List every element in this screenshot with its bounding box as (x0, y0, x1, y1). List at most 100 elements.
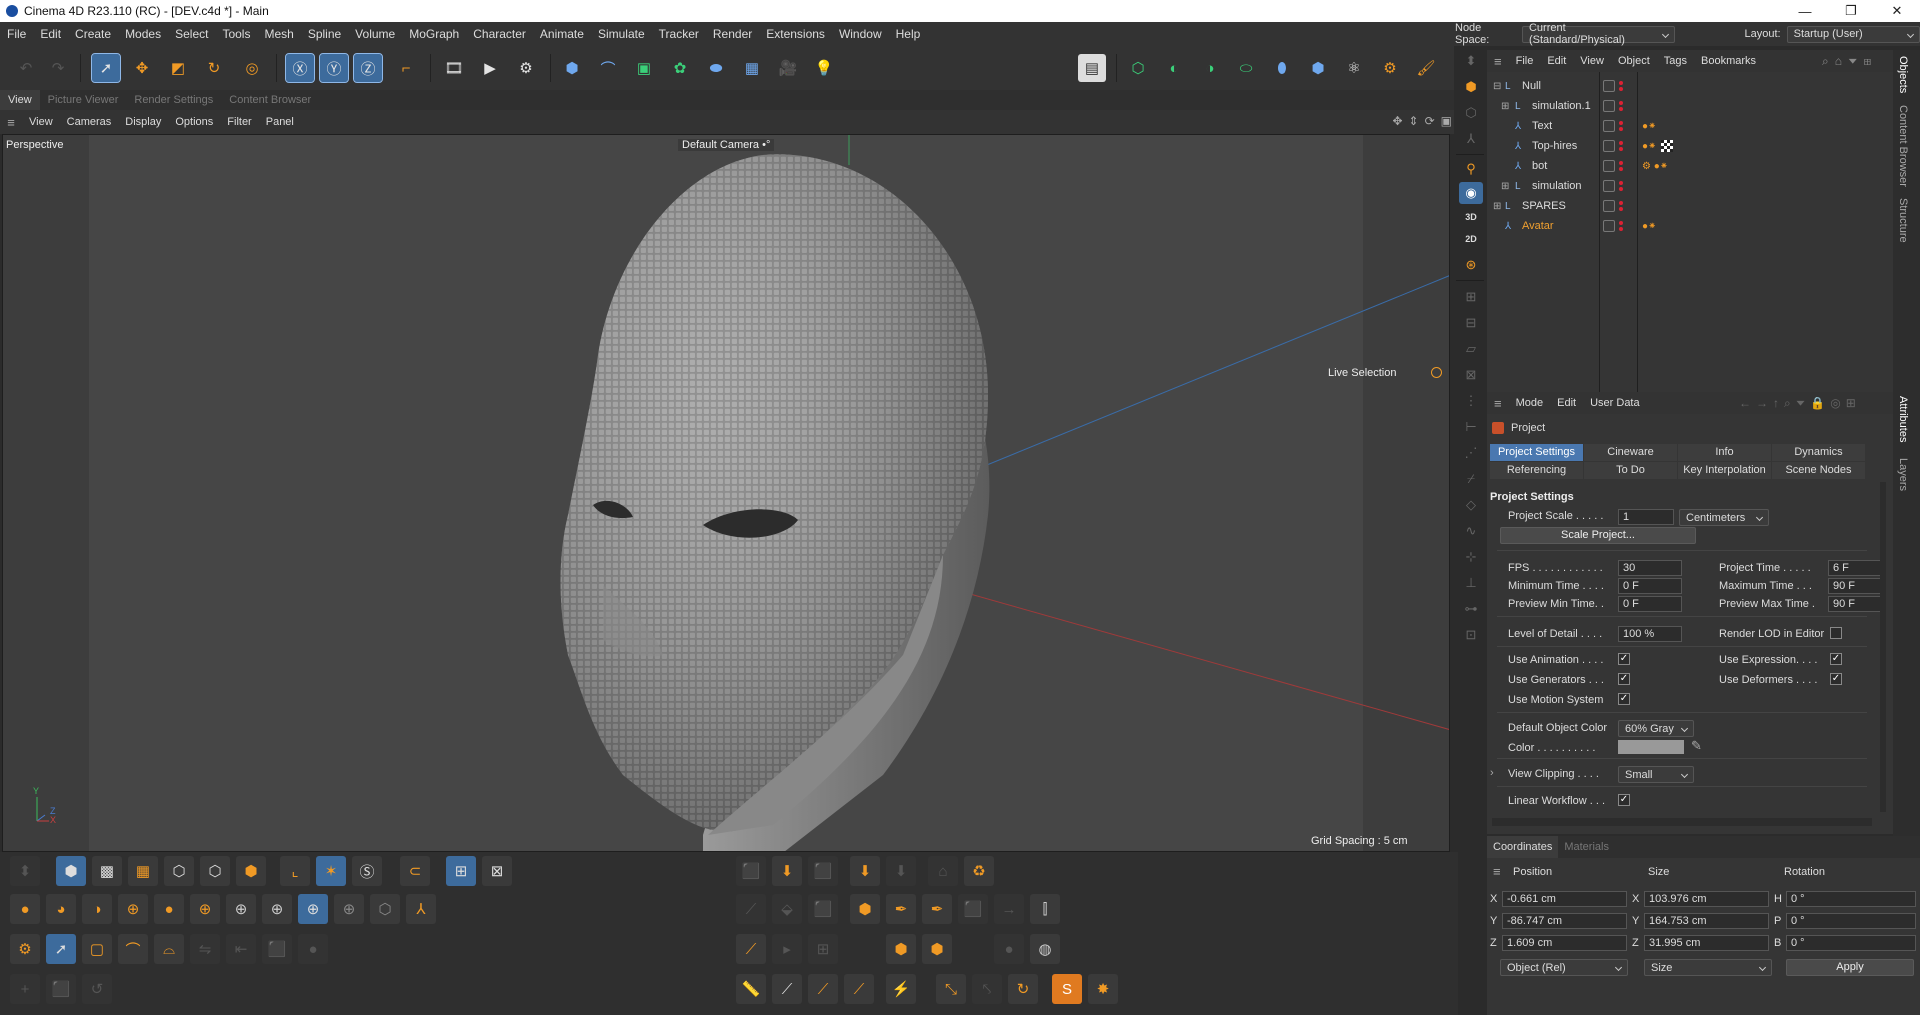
color-swatch[interactable] (1618, 740, 1684, 754)
tab-coordinates[interactable]: Coordinates (1487, 836, 1559, 858)
visibility-toggle-icon[interactable] (1603, 120, 1615, 132)
om-menu-edit[interactable]: Edit (1540, 55, 1573, 67)
tab-dynamics[interactable]: Dynamics (1772, 444, 1865, 461)
menu-mograph[interactable]: MoGraph (402, 27, 466, 41)
gear-icon[interactable]: ⚙ (1376, 54, 1404, 82)
scale-tool-icon[interactable]: ◩ (164, 54, 192, 82)
line-icon[interactable]: ⟋ (772, 974, 802, 1004)
expand-toggle-icon[interactable]: ⊟ (1493, 81, 1501, 92)
expand-toggle-icon[interactable]: ⊞ (1501, 181, 1509, 192)
axis-icon[interactable]: ⌞ (280, 856, 310, 886)
vertical-scrollbar[interactable] (1880, 482, 1886, 812)
default-object-color-dropdown[interactable]: 60% Gray (1618, 720, 1694, 737)
floor-icon[interactable]: ▦ (738, 54, 766, 82)
sphere-grid-icon[interactable]: ⊕ (118, 894, 148, 924)
camera-tool-icon[interactable]: ⬍ (10, 856, 40, 886)
use-animation-checkbox[interactable]: ✓ (1618, 653, 1630, 665)
texture-mode-icon[interactable]: ▩ (92, 856, 122, 886)
visibility-toggle-icon[interactable] (1603, 160, 1615, 172)
red-line-icon[interactable]: ⟋ (844, 974, 874, 1004)
render-lod-checkbox[interactable] (1830, 627, 1842, 639)
play-step-icon[interactable]: ▸ (772, 934, 802, 964)
solid-sphere-icon[interactable]: ● (154, 894, 184, 924)
enable-axis-icon[interactable]: ⚲ (1459, 158, 1483, 180)
object-row-simulation-1[interactable]: ⊞ L simulation.1 (1487, 96, 1893, 116)
planar-icon[interactable]: ▱ (1459, 338, 1483, 360)
center-icon[interactable]: ⬛ (808, 856, 838, 886)
visibility-toggle-icon[interactable] (1603, 140, 1615, 152)
tag-icon[interactable]: ⚙ ●⁕ (1642, 161, 1668, 172)
tab-picture-viewer[interactable]: Picture Viewer (40, 94, 127, 106)
ruler-icon[interactable]: ⊞ (808, 934, 838, 964)
use-generators-checkbox[interactable]: ✓ (1618, 673, 1630, 685)
apply-button[interactable]: Apply (1786, 959, 1914, 976)
size-mode-dropdown[interactable]: Size (1644, 959, 1772, 976)
uv-mode-icon[interactable]: ▦ (128, 856, 158, 886)
wire-sphere-icon[interactable]: ⊕ (334, 894, 364, 924)
xyz-icon[interactable]: ⤡ (936, 974, 966, 1004)
mesh-deform-alt-icon[interactable]: ⬢ (922, 934, 952, 964)
pen-brush-icon[interactable]: ✒ (886, 894, 916, 924)
snap-3d-icon[interactable]: 3D (1459, 206, 1483, 228)
points-mode-icon[interactable]: ⬡ (164, 856, 194, 886)
tab-materials[interactable]: Materials (1558, 841, 1615, 853)
menu-tools[interactable]: Tools (215, 27, 257, 41)
am-menu-user-data[interactable]: User Data (1583, 397, 1647, 409)
extrude-icon[interactable]: ⬛ (736, 856, 766, 886)
visibility-toggle-icon[interactable] (1603, 180, 1615, 192)
om-menu-view[interactable]: View (1573, 55, 1611, 67)
side-tab-objects[interactable]: Objects (1897, 56, 1909, 93)
use-motion-system-checkbox[interactable]: ✓ (1618, 693, 1630, 705)
object-row-spares[interactable]: ⊞ L SPARES (1487, 196, 1893, 216)
sphere-check-icon[interactable]: ◍ (1030, 934, 1060, 964)
coordinate-mode-dropdown[interactable]: Object (Rel) (1500, 959, 1628, 976)
material-tag-icon[interactable] (1661, 140, 1673, 152)
use-expression-checkbox[interactable]: ✓ (1830, 653, 1842, 665)
locked-workplane-icon[interactable]: ⊟ (1459, 312, 1483, 334)
snap-polygons-icon[interactable]: ◇ (1459, 494, 1483, 516)
settings-gear-icon[interactable]: ⚙ (10, 934, 40, 964)
sculpt-icon[interactable]: ⚡ (886, 974, 916, 1004)
magnet-icon[interactable]: ⊂ (400, 856, 430, 886)
z-axis-lock-icon[interactable]: Ⓩ (353, 53, 383, 83)
psr-icon[interactable]: ⤣ (972, 974, 1002, 1004)
project-scale-unit-dropdown[interactable]: Centimeters (1679, 509, 1769, 526)
weld-icon[interactable]: ⬛ (262, 934, 292, 964)
explode-icon[interactable]: ✸ (1088, 974, 1118, 1004)
tag-icon[interactable]: ●⁕ (1642, 121, 1656, 132)
circle-tool-icon[interactable]: ● (994, 934, 1024, 964)
render-view-icon[interactable]: 🎞 (440, 54, 468, 82)
snap-spline-icon[interactable]: ∿ (1459, 520, 1483, 542)
position-z-input[interactable]: 1.609 cm (1502, 935, 1627, 951)
menu-mesh[interactable]: Mesh (257, 27, 300, 41)
snap-2d-icon[interactable]: 2D (1459, 228, 1483, 250)
psr-reset-icon[interactable]: ↻ (1008, 974, 1038, 1004)
ruler-scale-icon[interactable]: 📏 (736, 974, 766, 1004)
expand-toggle-icon[interactable]: ⊞ (1493, 201, 1501, 212)
stack-icon[interactable]: ⬛ (46, 974, 76, 1004)
quantize-icon[interactable]: ⋮ (1459, 390, 1483, 412)
hamburger-icon[interactable]: ≡ (1487, 54, 1509, 69)
menu-tracker[interactable]: Tracker (652, 27, 706, 41)
maximize-button[interactable]: ❐ (1828, 0, 1874, 22)
polygon-select-icon[interactable]: ⌓ (154, 934, 184, 964)
coordinate-system-icon[interactable]: ⌐ (392, 54, 420, 82)
model-mode-icon[interactable]: ⬢ (56, 856, 86, 886)
bend-deformer-icon[interactable]: ⬮ (1268, 54, 1296, 82)
side-tab-attributes[interactable]: Attributes (1897, 396, 1909, 442)
menu-character[interactable]: Character (466, 27, 533, 41)
hamburger-icon[interactable]: ≡ (1493, 864, 1501, 879)
size-y-input[interactable]: 164.753 cm (1644, 913, 1769, 929)
tab-render-settings[interactable]: Render Settings (126, 94, 221, 106)
pan-icon[interactable]: ✥ (1392, 114, 1402, 128)
rotation-b-input[interactable]: 0 ° (1786, 935, 1916, 951)
fps-input[interactable]: 30 (1618, 560, 1682, 576)
live-selection-tool-icon[interactable]: ➚ (91, 53, 121, 83)
guide-icon[interactable]: ⊢ (1459, 416, 1483, 438)
tab-to-do[interactable]: To Do (1584, 462, 1677, 479)
wire-box-icon[interactable]: ⬡ (370, 894, 400, 924)
tab-info[interactable]: Info (1678, 444, 1771, 461)
hamburger-icon[interactable]: ≡ (1487, 396, 1509, 411)
snap-grid-icon[interactable]: ⊠ (482, 856, 512, 886)
pin-icon[interactable]: ⬙ (772, 894, 802, 924)
